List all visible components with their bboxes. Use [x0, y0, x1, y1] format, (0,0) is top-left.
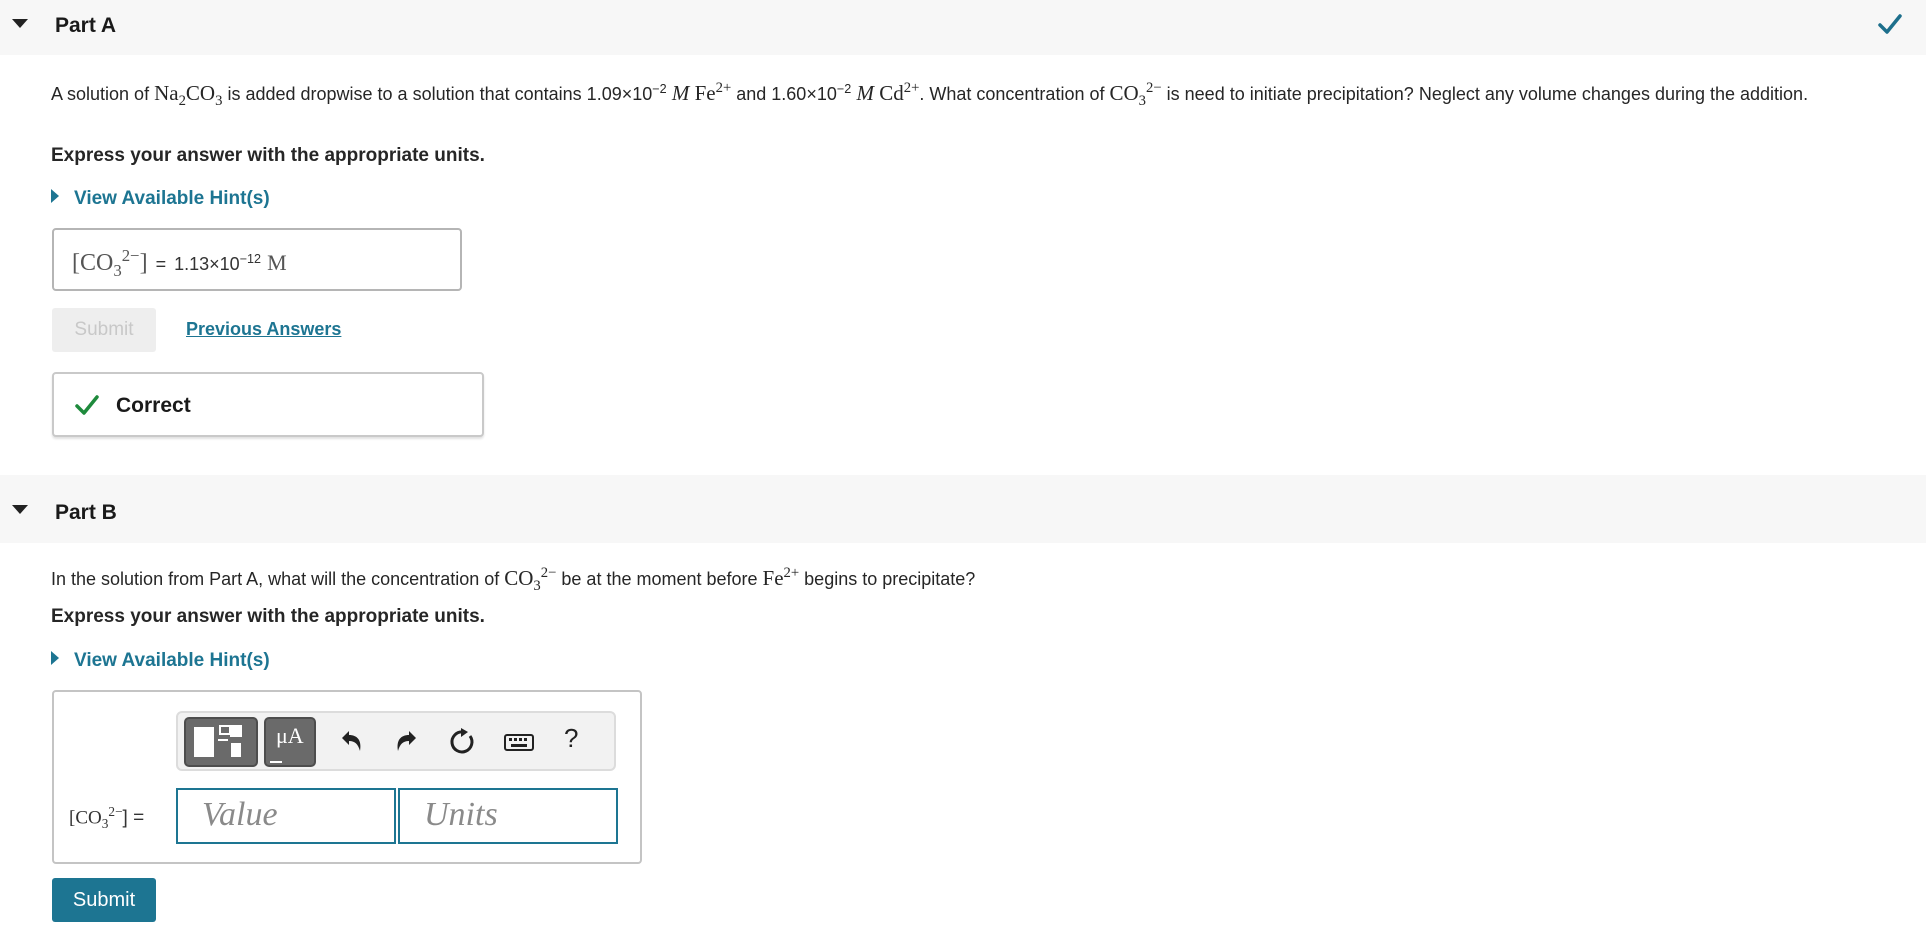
collapse-caret-icon[interactable] [12, 19, 28, 28]
part-b-header[interactable]: Part B [0, 475, 1926, 543]
previous-answers-link[interactable]: Previous Answers [186, 319, 341, 340]
hint-label: View Available Hint(s) [74, 188, 270, 209]
correct-check-icon [75, 395, 99, 415]
hint-label: View Available Hint(s) [74, 650, 270, 671]
part-b-submit-button[interactable]: Submit [52, 878, 156, 922]
part-a-question: A solution of Na2CO3 is added dropwise t… [51, 80, 1809, 110]
expand-triangle-icon [51, 189, 59, 203]
part-a-instruction: Express your answer with the appropriate… [51, 145, 485, 166]
part-b-question: In the solution from Part A, what will t… [51, 565, 976, 595]
correct-feedback-box: Correct [52, 372, 484, 437]
part-a-hint-toggle[interactable]: View Available Hint(s) [51, 188, 270, 210]
part-b-hint-toggle[interactable]: View Available Hint(s) [51, 650, 270, 672]
completed-check-icon [1878, 14, 1902, 34]
part-a-answer-display: [CO32−] = 1.13×10−12 M [52, 228, 462, 291]
collapse-caret-icon[interactable] [12, 505, 28, 514]
part-a-title: Part A [55, 14, 117, 37]
value-input[interactable]: Value [176, 788, 396, 844]
part-b-answer-panel: μA ? [CO32−] = Value Units [52, 690, 642, 864]
units-input[interactable]: Units [398, 788, 618, 844]
undo-icon[interactable] [336, 727, 366, 757]
templates-button[interactable] [184, 717, 258, 767]
reset-icon[interactable] [448, 727, 478, 757]
keyboard-icon[interactable] [502, 727, 536, 757]
help-button[interactable]: ? [564, 723, 578, 754]
mu-a-label: μA [276, 723, 304, 748]
templates-icon [194, 725, 242, 757]
part-b-instruction: Express your answer with the appropriate… [51, 606, 485, 627]
expand-triangle-icon [51, 651, 59, 665]
math-toolbar: μA ? [176, 711, 616, 771]
part-b-title: Part B [55, 501, 117, 524]
redo-icon[interactable] [392, 727, 422, 757]
units-symbols-button[interactable]: μA [264, 717, 316, 767]
part-a-header[interactable]: Part A [0, 0, 1926, 55]
part-a-submit-button: Submit [52, 308, 156, 352]
feedback-label: Correct [116, 394, 191, 417]
answer-label: [CO32−] = [69, 804, 145, 832]
